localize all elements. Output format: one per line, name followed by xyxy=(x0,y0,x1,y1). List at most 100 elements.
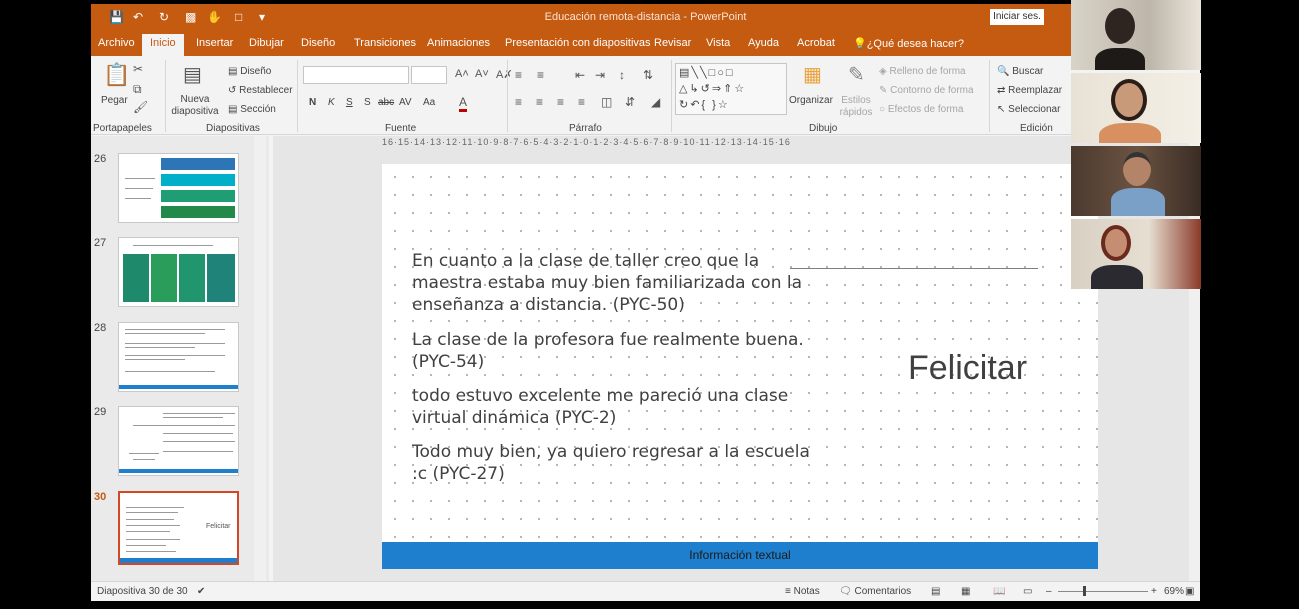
decrease-indent-icon[interactable]: ⇤ xyxy=(575,68,585,82)
vertical-ruler xyxy=(279,169,291,574)
columns-icon[interactable]: ◫ xyxy=(601,95,612,109)
lightbulb-icon: 💡 xyxy=(853,38,867,50)
align-left-icon[interactable]: ≡ xyxy=(515,95,522,109)
align-center-icon[interactable]: ≡ xyxy=(536,95,543,109)
notes-button[interactable]: ≡ Notas xyxy=(785,586,820,597)
clear-format-icon[interactable]: A✗ xyxy=(496,68,513,81)
zoom-slider[interactable] xyxy=(1058,591,1148,592)
section-button[interactable]: ▤ Sección xyxy=(228,104,276,115)
font-size-input[interactable] xyxy=(411,66,447,84)
tab-vista[interactable]: Vista xyxy=(706,37,730,49)
group-label-dibujo: Dibujo xyxy=(809,123,838,134)
quick-styles-button[interactable]: Estilos rápidos xyxy=(836,95,876,119)
line-spacing-icon[interactable]: ↕ xyxy=(619,68,625,82)
quote-text[interactable]: Todo muy bien, ya quiero regresar a la e… xyxy=(412,441,812,485)
notes-icon: ≡ xyxy=(785,586,794,597)
new-slide-button[interactable]: Nueva diapositiva xyxy=(170,94,220,118)
quote-text[interactable]: La clase de la profesora fue realmente b… xyxy=(412,329,812,373)
slide-thumbnail-active[interactable]: Felicitar xyxy=(118,491,239,565)
sign-in-button[interactable]: Iniciar ses. xyxy=(990,9,1044,25)
slide-thumbnail[interactable] xyxy=(118,237,239,307)
quote-text[interactable]: todo estuvo excelente me pareció una cla… xyxy=(412,385,812,429)
tab-diseno[interactable]: Diseño xyxy=(301,37,335,49)
increase-font-icon[interactable]: A˄ xyxy=(455,68,469,80)
group-label-edicion: Edición xyxy=(1020,123,1053,134)
increase-indent-icon[interactable]: ⇥ xyxy=(595,68,605,82)
justify-icon[interactable]: ≡ xyxy=(578,95,585,109)
italic-button[interactable]: K xyxy=(328,97,335,108)
tab-insertar[interactable]: Insertar xyxy=(196,37,233,49)
comments-button[interactable]: 🗨 Comentarios xyxy=(839,586,911,597)
copy-icon[interactable]: ⧉ xyxy=(133,82,142,97)
quote-text[interactable]: En cuanto a la clase de taller creo que … xyxy=(412,250,812,316)
ribbon: 📋 Pegar ✂ ⧉ 🖌 Portapapeles ▤ Nueva diapo… xyxy=(91,56,1200,135)
text-direction-icon[interactable]: ⇅ xyxy=(643,68,653,82)
zoom-in-icon[interactable]: + xyxy=(1151,586,1157,597)
slide-thumbnail[interactable] xyxy=(118,153,239,223)
replace-button[interactable]: ⇄ Reemplazar xyxy=(997,85,1062,96)
slide-canvas[interactable]: En cuanto a la clase de taller creo que … xyxy=(382,164,1098,569)
format-painter-icon[interactable]: 🖌 xyxy=(133,100,148,114)
shape-fill-button[interactable]: ◈ Relleno de forma xyxy=(879,66,966,77)
quick-styles-icon[interactable]: ✎ xyxy=(848,62,865,87)
new-slide-icon[interactable]: ▤ xyxy=(183,62,202,87)
shape-outline-button[interactable]: ✎ Contorno de forma xyxy=(879,85,974,96)
tab-inicio[interactable]: Inicio xyxy=(142,34,184,56)
cut-icon[interactable]: ✂ xyxy=(133,62,143,76)
font-name-input[interactable] xyxy=(303,66,409,84)
shadow-button[interactable]: S xyxy=(364,97,371,108)
select-button[interactable]: ↖ Seleccionar xyxy=(997,104,1060,115)
cursor-icon: ↖ xyxy=(997,104,1009,115)
tell-me-search[interactable]: 💡¿Qué desea hacer? xyxy=(853,37,964,50)
shape-effects-button[interactable]: ○ Efectos de forma xyxy=(879,104,963,115)
slide-sorter-icon[interactable]: ▦ xyxy=(961,586,970,597)
arrange-button[interactable]: Organizar xyxy=(789,95,833,106)
tab-presentacion[interactable]: Presentación con diapositivas xyxy=(505,37,651,49)
slide-footer[interactable]: Información textual xyxy=(382,542,1098,569)
video-tile xyxy=(1071,219,1201,289)
thumbnails-scrollbar[interactable] xyxy=(254,136,266,581)
bold-button[interactable]: N xyxy=(309,97,316,108)
strikethrough-button[interactable]: abc xyxy=(378,97,394,108)
tab-acrobat[interactable]: Acrobat xyxy=(797,37,835,49)
zoom-out-icon[interactable]: – xyxy=(1046,586,1052,597)
find-button[interactable]: 🔍 Buscar xyxy=(997,66,1043,77)
tab-ayuda[interactable]: Ayuda xyxy=(748,37,779,49)
zoom-slider-thumb[interactable] xyxy=(1083,586,1086,596)
zoom-level[interactable]: 69% xyxy=(1164,586,1184,597)
tab-transiciones[interactable]: Transiciones xyxy=(354,37,416,49)
change-case-button[interactable]: Aa xyxy=(423,97,435,108)
slideshow-view-icon[interactable]: ▭ xyxy=(1023,586,1032,597)
numbering-icon[interactable]: ≡ xyxy=(537,68,544,82)
reset-button[interactable]: ↺ Restablecer xyxy=(228,85,293,96)
align-text-icon[interactable]: ⇵ xyxy=(625,95,635,109)
fit-slide-icon[interactable]: ▣ xyxy=(1185,586,1194,597)
tab-revisar[interactable]: Revisar xyxy=(654,37,691,49)
layout-button[interactable]: ▤ Diseño xyxy=(228,66,271,77)
tab-dibujar[interactable]: Dibujar xyxy=(249,37,284,49)
paste-button[interactable]: Pegar xyxy=(101,95,128,106)
char-spacing-button[interactable]: AV xyxy=(399,97,412,108)
slide-title[interactable]: Felicitar xyxy=(908,349,1027,388)
arrange-icon[interactable]: ▦ xyxy=(803,62,822,87)
divider xyxy=(671,60,672,132)
bullets-icon[interactable]: ≡ xyxy=(515,68,522,82)
font-color-icon[interactable]: A xyxy=(459,95,468,112)
reading-view-icon[interactable]: 📖 xyxy=(993,586,1005,597)
slide-thumbnail[interactable] xyxy=(118,406,239,476)
tab-animaciones[interactable]: Animaciones xyxy=(427,37,490,49)
underline-button[interactable]: S xyxy=(346,97,353,108)
video-tile xyxy=(1071,73,1201,143)
shapes-gallery[interactable]: ▤╲╲□○□ △↳↺⇒⇑☆ ↻↶{ }☆ xyxy=(675,63,787,115)
tab-archivo[interactable]: Archivo xyxy=(98,37,135,49)
normal-view-icon[interactable]: ▤ xyxy=(931,586,940,597)
layout-icon: ▤ xyxy=(228,66,241,77)
pen-icon: ✎ xyxy=(879,85,891,96)
spelling-icon[interactable]: ✔ xyxy=(197,586,205,597)
smartart-icon[interactable]: ◢ xyxy=(651,95,660,109)
slide-number: 28 xyxy=(94,322,107,334)
slide-thumbnail[interactable] xyxy=(118,322,239,392)
decrease-font-icon[interactable]: A˅ xyxy=(475,68,489,80)
paste-icon[interactable]: 📋 xyxy=(103,62,130,88)
align-right-icon[interactable]: ≡ xyxy=(557,95,564,109)
